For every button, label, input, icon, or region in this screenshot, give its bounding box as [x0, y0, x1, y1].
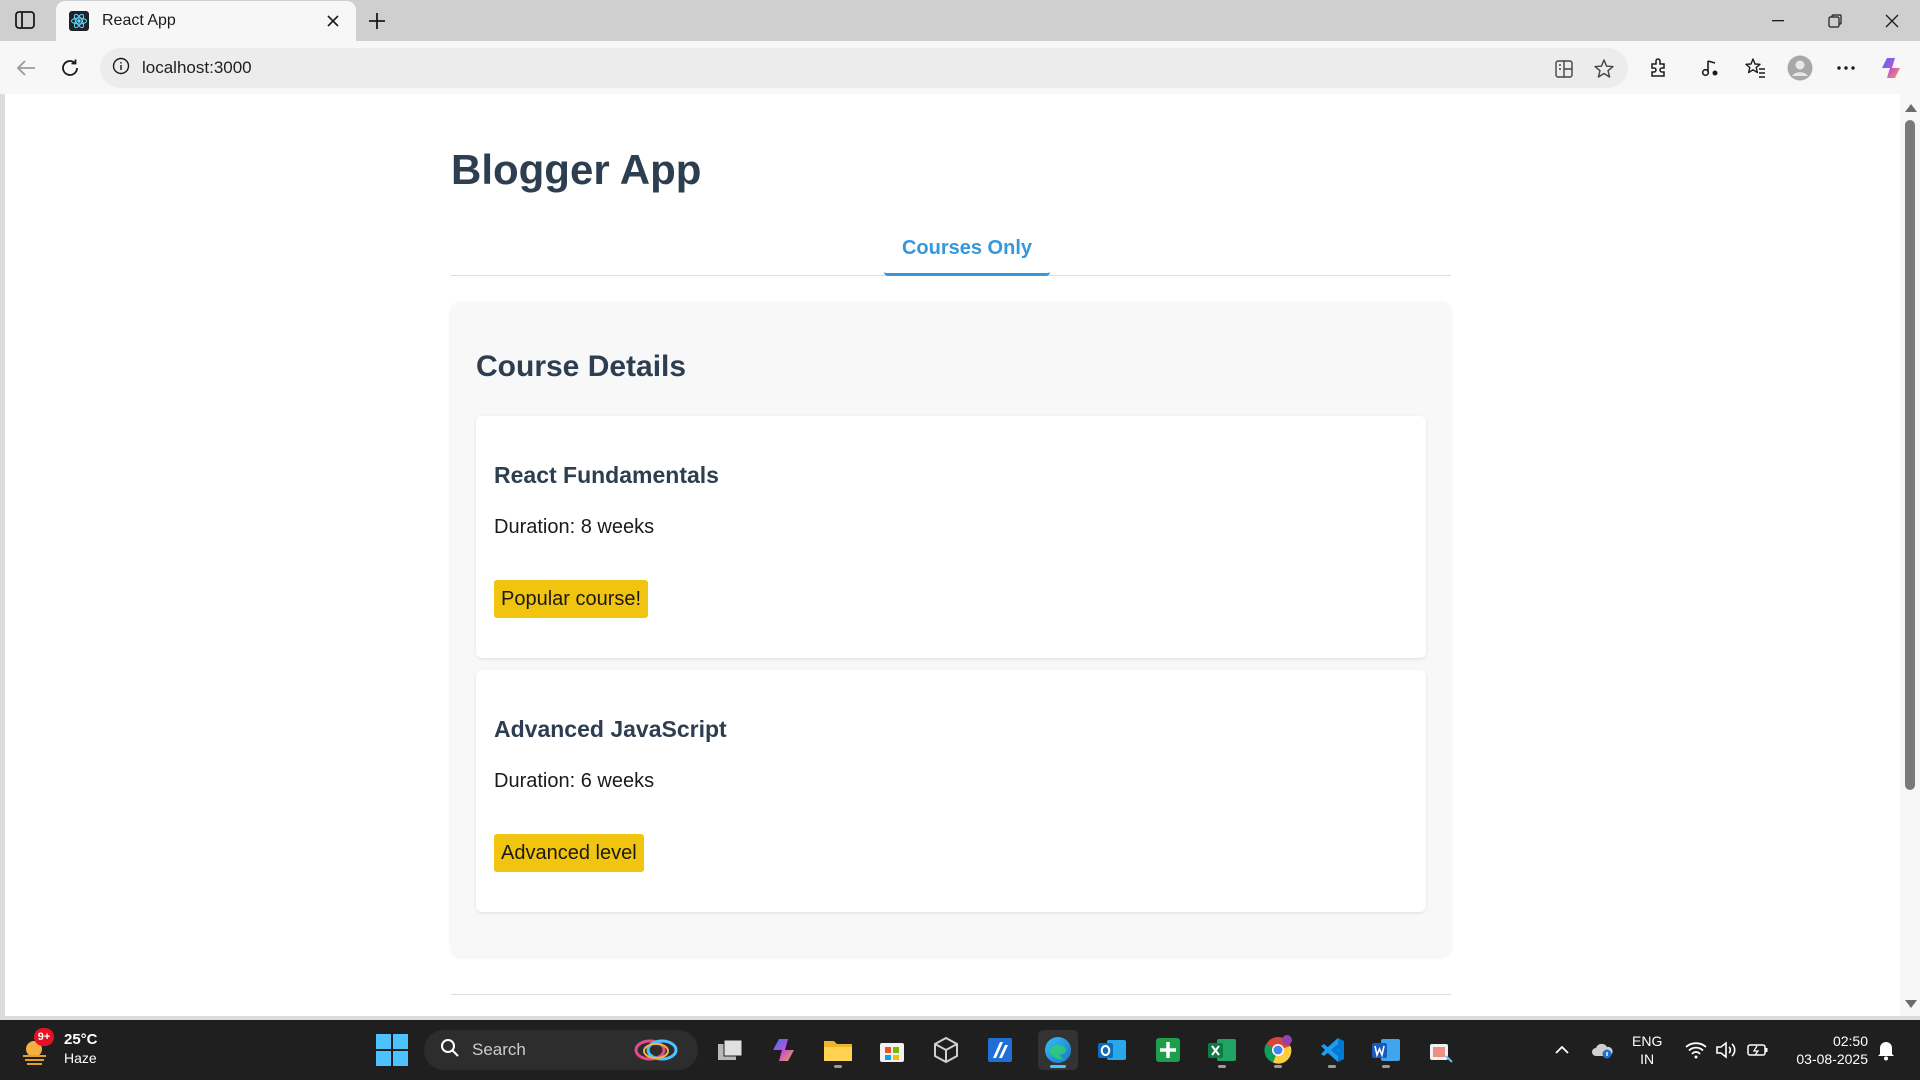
snipping-tool-icon[interactable] [1420, 1030, 1460, 1070]
tab-courses-only[interactable]: Courses Only [884, 224, 1050, 276]
course-duration: Duration: 6 weeks [494, 770, 655, 792]
weather-widget[interactable]: 9+ 25°C Haze [20, 1028, 98, 1068]
copilot-app-icon[interactable] [764, 1030, 804, 1070]
course-badge: Advanced level [494, 834, 644, 872]
minimize-icon[interactable] [1749, 0, 1806, 41]
restore-icon[interactable] [1806, 0, 1863, 41]
chrome-icon[interactable] [1258, 1030, 1298, 1070]
scroll-up-icon[interactable] [1905, 104, 1917, 112]
section-title: Course Details [476, 350, 687, 383]
browser-toolbar: localhost:3000 [0, 41, 1920, 94]
language-indicator[interactable]: ENG IN [1632, 1032, 1662, 1068]
media-control-icon[interactable] [1696, 54, 1724, 82]
more-options-icon[interactable] [1832, 54, 1860, 82]
weather-condition: Haze [64, 1050, 97, 1066]
app-tabs: Courses Only [451, 224, 1451, 276]
edge-icon[interactable] [1038, 1030, 1078, 1070]
search-icon [440, 1038, 460, 1063]
browser-tab[interactable]: React App [56, 1, 356, 41]
wifi-icon[interactable] [1684, 1038, 1708, 1062]
file-explorer-icon[interactable] [818, 1030, 858, 1070]
url-text: localhost:3000 [142, 58, 252, 77]
page-divider [451, 994, 1451, 995]
show-hidden-icons-chevron-icon[interactable] [1550, 1038, 1574, 1062]
profile-avatar-icon[interactable] [1786, 54, 1814, 82]
app-available-icon[interactable] [1552, 57, 1576, 81]
favorites-icon[interactable] [1741, 54, 1769, 82]
course-name: React Fundamentals [494, 462, 719, 488]
close-tab-icon[interactable] [322, 10, 344, 32]
weather-icon: 9+ [20, 1028, 54, 1066]
scroll-down-icon[interactable] [1905, 1000, 1917, 1008]
page-viewport: Blogger App Courses Only Course Details … [5, 94, 1900, 1016]
back-icon[interactable] [12, 54, 40, 82]
microsoft-store-icon[interactable] [872, 1030, 912, 1070]
tab-title: React App [102, 12, 176, 29]
notification-bell-icon[interactable] [1874, 1038, 1898, 1062]
weather-temperature: 25°C [64, 1031, 98, 1048]
language-region: IN [1640, 1051, 1655, 1067]
sidebar-toggle-icon[interactable] [12, 9, 38, 31]
search-highlight-icon [632, 1038, 686, 1067]
course-duration: Duration: 8 weeks [494, 516, 655, 538]
add-app-icon[interactable] [1148, 1030, 1188, 1070]
window-controls [1749, 0, 1920, 41]
language-code: ENG [1632, 1033, 1663, 1049]
new-tab-icon[interactable] [364, 8, 390, 34]
taskbar: 9+ 25°C Haze Search ENG IN 02:50 03-08-2… [0, 1020, 1920, 1080]
address-bar[interactable]: localhost:3000 [100, 48, 1628, 88]
clock[interactable]: 02:50 03-08-2025 [1782, 1032, 1868, 1068]
scroll-thumb[interactable] [1905, 120, 1915, 790]
refresh-icon[interactable] [56, 54, 84, 82]
vertical-scrollbar[interactable] [1900, 94, 1920, 1016]
clock-time: 02:50 [1832, 1033, 1868, 1049]
vscode-icon[interactable] [1312, 1030, 1352, 1070]
azure-icon[interactable] [980, 1030, 1020, 1070]
course-details-panel: Course Details React Fundamentals Durati… [451, 302, 1451, 956]
clock-date: 03-08-2025 [1796, 1051, 1868, 1067]
copilot-icon[interactable] [1878, 54, 1906, 82]
course-badge: Popular course! [494, 580, 649, 618]
course-name: Advanced JavaScript [494, 716, 727, 742]
app-title: Blogger App [451, 146, 702, 193]
course-card: Advanced JavaScript Duration: 6 weeks Ad… [476, 670, 1426, 912]
battery-icon[interactable] [1746, 1038, 1770, 1062]
favorite-star-icon[interactable] [1592, 57, 1616, 81]
outlook-icon[interactable] [1092, 1030, 1132, 1070]
course-card: React Fundamentals Duration: 8 weeks Pop… [476, 416, 1426, 658]
search-label: Search [472, 1040, 526, 1059]
site-info-icon[interactable] [112, 57, 130, 80]
react-logo-icon [68, 10, 90, 32]
browser-tab-bar: React App [0, 0, 1920, 41]
word-icon[interactable] [1366, 1030, 1406, 1070]
close-window-icon[interactable] [1863, 0, 1920, 41]
taskbar-search[interactable]: Search [424, 1030, 698, 1070]
start-button-icon[interactable] [376, 1034, 408, 1066]
onedrive-icon[interactable] [1590, 1038, 1614, 1062]
excel-icon[interactable] [1202, 1030, 1242, 1070]
unity-icon[interactable] [926, 1030, 966, 1070]
volume-icon[interactable] [1714, 1038, 1738, 1062]
extensions-icon[interactable] [1645, 54, 1673, 82]
weather-alert-badge: 9+ [34, 1028, 54, 1046]
task-view-icon[interactable] [710, 1030, 750, 1070]
